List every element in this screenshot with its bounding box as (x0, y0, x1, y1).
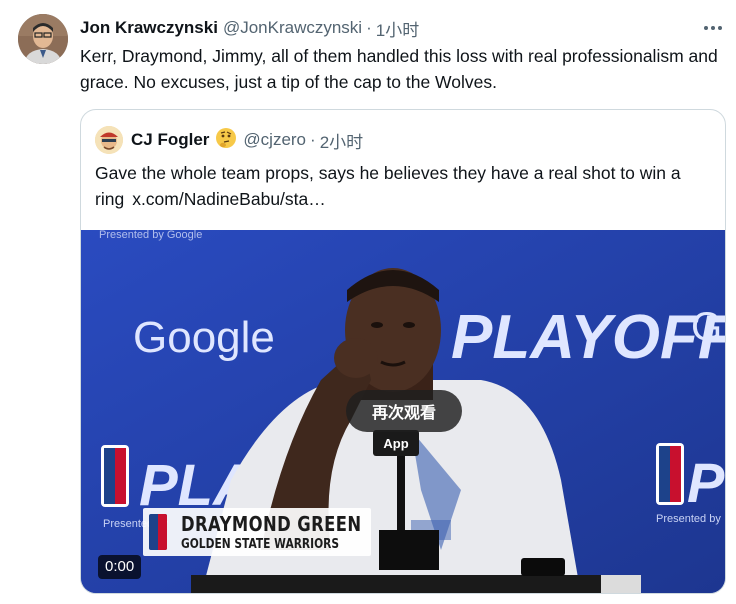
quoted-author-avatar (95, 126, 123, 154)
backdrop-play-text-right: PL (687, 451, 726, 514)
quoted-author-name: CJ Fogler (131, 130, 210, 149)
separator-dot: · (366, 18, 372, 37)
more-horizontal-icon[interactable] (698, 18, 728, 38)
quoted-author-handle: @cjzero (243, 130, 307, 149)
sponsor-logo-text: Google (133, 313, 275, 362)
replay-button[interactable]: 再次观看 (346, 390, 462, 432)
tweet[interactable]: Jon Krawczynski @JonKrawczynski · 1小时 Ke… (0, 0, 736, 604)
svg-text:G: G (691, 305, 722, 349)
lower-third-team: GOLDEN STATE WARRIORS (181, 537, 340, 552)
quoted-tweet-timestamp: 2小时 (319, 132, 364, 152)
mic-flag-app-text: App (373, 430, 419, 456)
presented-text-right: Presented by (656, 513, 721, 525)
nba-logo-icon (149, 514, 167, 550)
quoted-tweet-text: Gave the whole team props, says he belie… (95, 160, 715, 212)
tweet-header: Jon Krawczynski @JonKrawczynski · 1小时 (80, 16, 419, 41)
quoted-tweet[interactable]: CJ Fogler @cjzero · 2小时 Gave the whole t… (80, 109, 726, 594)
author-name[interactable]: Jon Krawczynski (80, 18, 218, 38)
lower-third-name: DRAYMOND GREEN (181, 512, 362, 536)
quoted-tweet-link[interactable]: x.com/NadineBabu/sta… (132, 189, 326, 209)
author-handle[interactable]: @JonKrawczynski (223, 18, 362, 38)
thinking-face-icon (215, 127, 237, 154)
tweet-timestamp[interactable]: 1小时 (376, 16, 419, 41)
backdrop-playoffs-text: PLAYOFFS (451, 303, 726, 372)
separator-dot: · (310, 130, 316, 149)
sponsor-top-text: Presented by Google (99, 230, 202, 241)
lower-third-caption: DRAYMOND GREEN GOLDEN STATE WARRIORS (143, 508, 371, 556)
tweet-text: Kerr, Draymond, Jimmy, all of them handl… (80, 46, 718, 92)
video-player[interactable]: Presented by Google Google PLAYOFFS G PL… (81, 230, 726, 593)
quoted-tweet-header: CJ Fogler @cjzero · 2小时 (95, 126, 363, 154)
author-avatar[interactable] (18, 14, 68, 64)
video-timecode: 0:00 (98, 555, 142, 579)
